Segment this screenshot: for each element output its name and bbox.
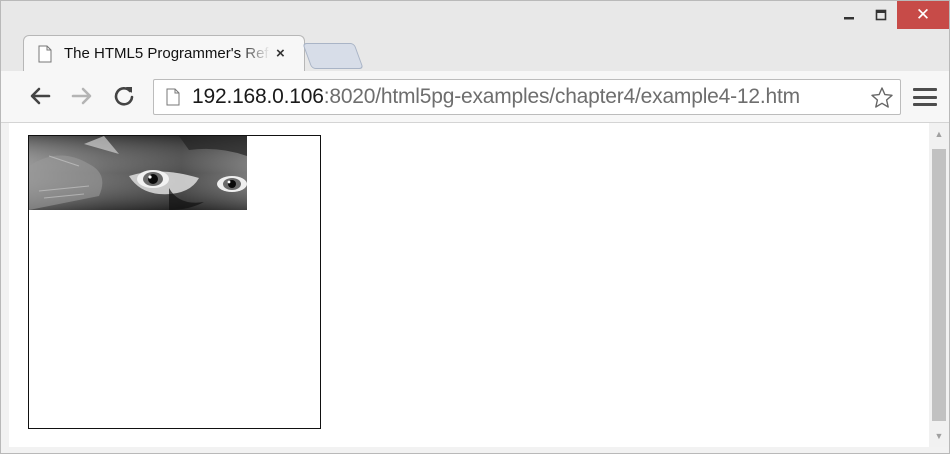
bookmark-star-button[interactable] xyxy=(870,86,894,110)
forward-button[interactable] xyxy=(67,81,97,111)
maximize-icon xyxy=(875,9,887,21)
tab-close-icon[interactable]: × xyxy=(276,45,285,62)
close-window-button[interactable]: ✕ xyxy=(897,1,949,29)
scroll-thumb[interactable] xyxy=(932,149,946,421)
minimize-button[interactable] xyxy=(833,1,865,29)
back-arrow-icon xyxy=(30,87,51,105)
page-viewport xyxy=(9,123,929,447)
reload-button[interactable] xyxy=(109,81,139,111)
reload-icon xyxy=(114,87,134,106)
browser-window: ✕ The HTML5 Programmer's Reference × 192… xyxy=(0,0,950,454)
maximize-button[interactable] xyxy=(865,1,897,29)
scroll-up-arrow-icon[interactable]: ▲ xyxy=(929,125,949,143)
url-host: 192.168.0.106 xyxy=(192,85,324,108)
tab-title: The HTML5 Programmer's Reference xyxy=(64,45,270,62)
title-bar: ✕ The HTML5 Programmer's Reference × xyxy=(1,1,949,71)
forward-arrow-icon xyxy=(71,87,92,105)
star-icon xyxy=(871,87,893,108)
canvas-element xyxy=(28,135,321,429)
tab-active[interactable]: The HTML5 Programmer's Reference × xyxy=(23,35,305,71)
page-info-icon[interactable] xyxy=(166,87,182,107)
toolbar: 192.168.0.106:8020/html5pg-examples/chap… xyxy=(1,71,949,123)
new-tab-button[interactable] xyxy=(302,43,364,69)
hamburger-menu-icon[interactable] xyxy=(913,85,937,109)
back-button[interactable] xyxy=(25,81,55,111)
vertical-scrollbar[interactable]: ▲ ▼ xyxy=(929,123,949,447)
window-controls: ✕ xyxy=(833,1,949,31)
kitten-image xyxy=(29,136,247,210)
page-icon xyxy=(38,44,56,64)
scroll-down-arrow-icon[interactable]: ▼ xyxy=(929,427,949,445)
url-text[interactable]: 192.168.0.106:8020/html5pg-examples/chap… xyxy=(192,85,864,109)
close-icon: ✕ xyxy=(915,5,931,24)
url-path: :8020/html5pg-examples/chapter4/example4… xyxy=(323,85,800,108)
address-bar[interactable]: 192.168.0.106:8020/html5pg-examples/chap… xyxy=(153,79,901,115)
minimize-icon xyxy=(844,17,854,20)
